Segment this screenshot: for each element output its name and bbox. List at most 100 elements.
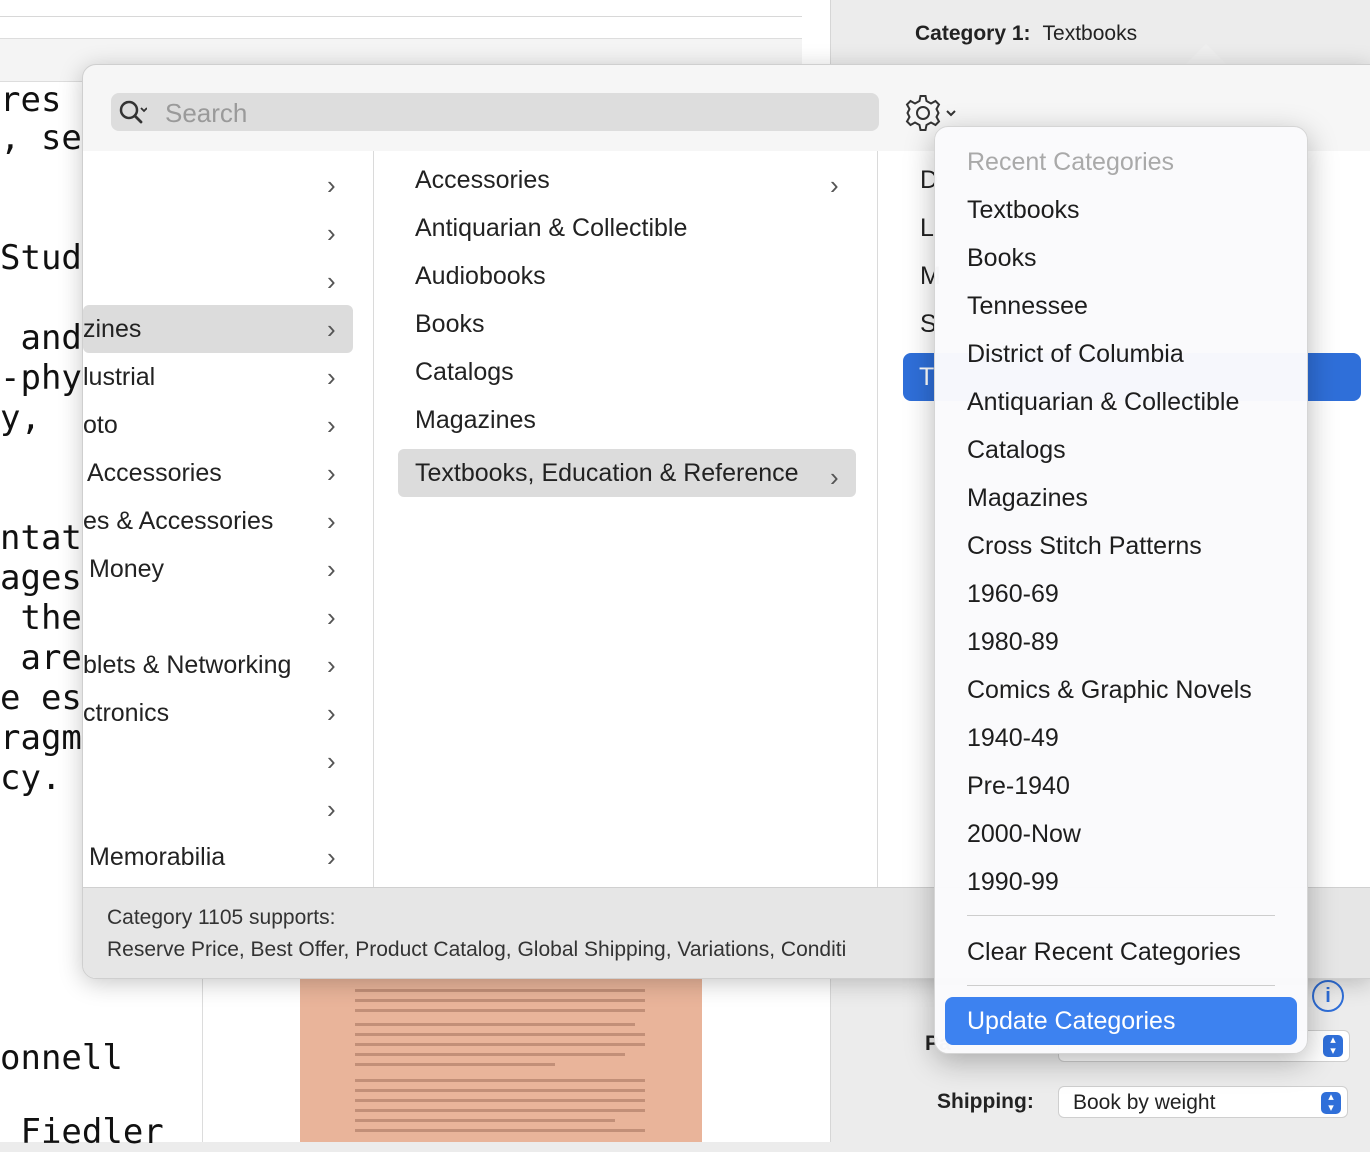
- doc-text-fragment: e es: [0, 678, 82, 718]
- list-item[interactable]: L: [920, 204, 934, 252]
- menu-item[interactable]: 1940-49: [967, 714, 1059, 762]
- footer-features: Reserve Price, Best Offer, Product Catal…: [107, 938, 847, 961]
- list-item-label: ctronics: [83, 699, 170, 727]
- menu-header: Recent Categories: [967, 148, 1175, 176]
- menu-item[interactable]: 1980-89: [967, 618, 1059, 666]
- chevron-right-icon: ›: [327, 266, 336, 296]
- list-item[interactable]: ›: [83, 209, 353, 257]
- list-item[interactable]: Money ›: [83, 545, 359, 593]
- list-item[interactable]: blets & Networking ›: [83, 641, 353, 689]
- doc-text-fragment: res: [0, 80, 62, 120]
- list-item-label: Accessories: [415, 166, 550, 194]
- chevron-right-icon: ›: [830, 462, 839, 492]
- list-item-selected[interactable]: Textbooks, Education & Reference ›: [398, 449, 856, 497]
- chevron-right-icon: ›: [327, 506, 336, 536]
- select-stepper-icon: ▴ ▾: [1321, 1092, 1341, 1114]
- search-placeholder: Search: [165, 98, 248, 128]
- menu-item[interactable]: 1990-99: [967, 858, 1059, 906]
- chevron-right-icon: ›: [830, 170, 839, 200]
- menu-item[interactable]: Books: [967, 234, 1036, 282]
- search-input[interactable]: Search: [111, 93, 879, 131]
- list-item-selected[interactable]: zines ›: [83, 305, 353, 353]
- menu-item[interactable]: 1960-69: [967, 570, 1059, 618]
- menu-item[interactable]: Textbooks: [967, 186, 1080, 234]
- list-item-label: Memorabilia: [89, 843, 226, 871]
- chevron-right-icon: ›: [327, 218, 336, 248]
- list-item-label: Antiquarian & Collectible: [415, 214, 688, 242]
- list-item[interactable]: ctronics ›: [83, 689, 353, 737]
- doc-text-fragment: ages: [0, 558, 82, 598]
- doc-divider: [202, 975, 203, 1142]
- doc-text-fragment: Fiedler: [0, 1112, 164, 1152]
- doc-text-fragment: Stud: [0, 238, 82, 278]
- list-item[interactable]: ›: [83, 737, 353, 785]
- list-item[interactable]: Accessories ›: [398, 156, 858, 204]
- menu-item[interactable]: Pre-1940: [967, 762, 1070, 810]
- list-item[interactable]: Accessories ›: [83, 449, 357, 497]
- list-item-label: Textbooks, Education & Reference: [415, 459, 799, 487]
- menu-item[interactable]: Magazines: [967, 474, 1088, 522]
- doc-text-fragment: onnell: [0, 1038, 123, 1078]
- list-item[interactable]: Catalogs: [398, 348, 858, 396]
- chevron-right-icon: ›: [327, 698, 336, 728]
- shipping-label: Shipping:: [937, 1090, 1034, 1113]
- list-item[interactable]: Antiquarian & Collectible: [398, 204, 858, 252]
- category-value: Textbooks: [1042, 22, 1138, 45]
- list-item-label: Money: [89, 555, 165, 583]
- info-icon[interactable]: i: [1312, 980, 1344, 1012]
- doc-text-fragment: , se: [0, 118, 82, 158]
- chevron-right-icon: ›: [327, 746, 336, 776]
- menu-item[interactable]: District of Columbia: [967, 330, 1184, 378]
- category-column-1: › › › zines › lustrial › oto › Accessori…: [83, 151, 373, 887]
- document-toolbar: [0, 0, 802, 17]
- chevron-right-icon: ›: [327, 458, 336, 488]
- popover-arrow: [1186, 44, 1226, 64]
- menu-item[interactable]: Cross Stitch Patterns: [967, 522, 1202, 570]
- doc-text-fragment: the: [0, 598, 82, 638]
- category-row: Category 1: Textbooks: [915, 22, 1137, 46]
- shipping-select[interactable]: Book by weight ▴ ▾: [1058, 1086, 1348, 1118]
- shipping-value: Book by weight: [1073, 1091, 1216, 1114]
- list-item[interactable]: ›: [83, 257, 353, 305]
- list-item[interactable]: Books: [398, 300, 858, 348]
- chevron-right-icon: ›: [327, 362, 336, 392]
- footer-title: Category 1105 supports:: [107, 906, 336, 929]
- list-item-label: T: [919, 363, 935, 391]
- list-item[interactable]: oto ›: [83, 401, 353, 449]
- menu-item[interactable]: 2000-Now: [967, 810, 1081, 858]
- menu-item[interactable]: Antiquarian & Collectible: [967, 378, 1239, 426]
- list-item-label: Magazines: [415, 406, 536, 434]
- recent-categories-menu: Recent Categories Textbooks Books Tennes…: [934, 126, 1308, 1054]
- menu-item[interactable]: Comics & Graphic Novels: [967, 666, 1252, 714]
- list-item[interactable]: ›: [83, 785, 353, 833]
- list-item-label: Audiobooks: [415, 262, 546, 290]
- clear-recent-categories-item[interactable]: Clear Recent Categories: [967, 928, 1241, 976]
- list-item[interactable]: lustrial ›: [83, 353, 353, 401]
- update-categories-item[interactable]: Update Categories: [945, 997, 1297, 1045]
- list-item[interactable]: ›: [83, 593, 353, 641]
- chevron-right-icon: ›: [327, 314, 336, 344]
- menu-item[interactable]: Tennessee: [967, 282, 1088, 330]
- list-item[interactable]: Memorabilia ›: [83, 833, 359, 881]
- doc-text-fragment: y,: [0, 398, 41, 438]
- doc-text-fragment: ragm: [0, 718, 82, 758]
- menu-item[interactable]: Catalogs: [967, 426, 1066, 474]
- chevron-right-icon: ›: [327, 794, 336, 824]
- menu-separator: [967, 985, 1275, 986]
- chevron-right-icon: ›: [327, 410, 336, 440]
- list-item[interactable]: Audiobooks: [398, 252, 858, 300]
- select-stepper-icon: ▴ ▾: [1323, 1035, 1343, 1057]
- list-item-label: es & Accessories: [83, 507, 274, 535]
- list-item[interactable]: ›: [83, 161, 353, 209]
- list-item-label: lustrial: [83, 363, 156, 391]
- list-item-label: oto: [83, 411, 118, 439]
- list-item-label: zines: [83, 315, 142, 343]
- category-label: Category 1:: [915, 22, 1031, 45]
- chevron-right-icon: ›: [327, 170, 336, 200]
- list-item-label: L: [920, 214, 934, 242]
- doc-text-fragment: -phy: [0, 358, 82, 398]
- list-item[interactable]: es & Accessories ›: [83, 497, 353, 545]
- chevron-right-icon: ›: [327, 842, 336, 872]
- list-item[interactable]: Magazines: [398, 396, 858, 444]
- doc-text-fragment: and: [0, 318, 82, 358]
